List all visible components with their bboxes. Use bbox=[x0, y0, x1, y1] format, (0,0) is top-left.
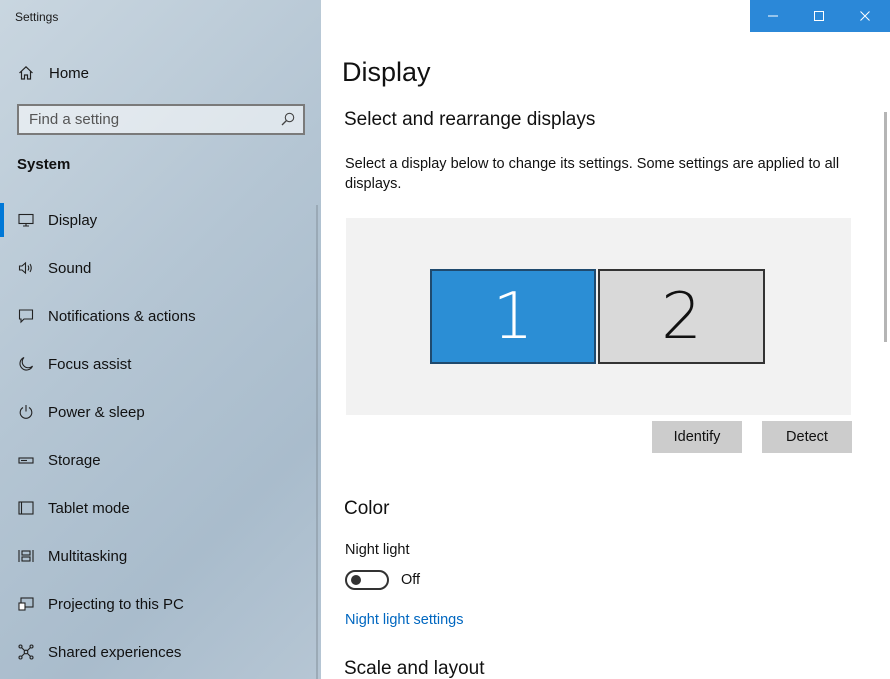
main-scrollbar[interactable] bbox=[884, 112, 887, 342]
search-icon[interactable] bbox=[280, 111, 296, 127]
message-icon bbox=[17, 307, 35, 325]
sidebar-item-label: Storage bbox=[48, 451, 101, 469]
sidebar-item-shared-experiences[interactable]: Shared experiences bbox=[0, 628, 321, 676]
night-light-state: Off bbox=[401, 572, 421, 588]
monitor-1[interactable]: 1 bbox=[430, 269, 596, 364]
sidebar-item-display[interactable]: Display bbox=[0, 196, 321, 244]
sidebar-item-label: Projecting to this PC bbox=[48, 595, 184, 613]
active-indicator bbox=[0, 203, 4, 237]
home-label: Home bbox=[49, 64, 90, 82]
sidebar-item-label: Focus assist bbox=[48, 355, 132, 373]
arrange-heading: Select and rearrange displays bbox=[344, 109, 596, 130]
sidebar-item-multitasking[interactable]: Multitasking bbox=[0, 532, 321, 580]
home-icon bbox=[17, 64, 35, 82]
maximize-button[interactable] bbox=[796, 0, 842, 32]
moon-icon bbox=[17, 355, 35, 373]
scale-layout-heading: Scale and layout bbox=[344, 658, 485, 679]
tablet-icon bbox=[17, 499, 35, 517]
sidebar-scrollbar[interactable] bbox=[316, 205, 318, 679]
close-icon bbox=[860, 11, 870, 21]
sidebar-item-projecting[interactable]: Projecting to this PC bbox=[0, 580, 321, 628]
monitor-2[interactable]: 2 bbox=[598, 269, 765, 364]
identify-button[interactable]: Identify bbox=[652, 421, 742, 453]
search-box[interactable] bbox=[17, 104, 305, 135]
section-system: System bbox=[17, 156, 71, 173]
storage-icon bbox=[17, 451, 35, 469]
sidebar-item-focus-assist[interactable]: Focus assist bbox=[0, 340, 321, 388]
sidebar-item-label: Notifications & actions bbox=[48, 307, 196, 325]
color-heading: Color bbox=[344, 498, 390, 519]
arrange-description: Select a display below to change its set… bbox=[345, 156, 840, 192]
home-link[interactable]: Home bbox=[17, 62, 89, 84]
night-light-toggle[interactable] bbox=[345, 570, 389, 590]
sidebar-item-power-sleep[interactable]: Power & sleep bbox=[0, 388, 321, 436]
monitor-icon bbox=[17, 211, 35, 229]
projecting-icon bbox=[17, 595, 35, 613]
toggle-knob bbox=[351, 575, 361, 585]
detect-button[interactable]: Detect bbox=[762, 421, 852, 453]
display-arrangement-area[interactable]: 1 2 bbox=[346, 218, 851, 415]
multitasking-icon bbox=[17, 547, 35, 565]
window-controls bbox=[750, 0, 890, 32]
night-light-settings-link[interactable]: Night light settings bbox=[345, 612, 463, 628]
close-button[interactable] bbox=[842, 0, 888, 32]
sidebar-item-label: Shared experiences bbox=[48, 643, 182, 661]
speaker-icon bbox=[17, 259, 35, 277]
sidebar-item-label: Tablet mode bbox=[48, 499, 130, 517]
sidebar-item-label: Power & sleep bbox=[48, 403, 145, 421]
sidebar-item-label: Display bbox=[48, 211, 98, 229]
sidebar: Settings Home System Display Sound bbox=[0, 0, 321, 679]
sidebar-item-label: Multitasking bbox=[48, 547, 128, 565]
main-pane: Display Select and rearrange displays Se… bbox=[321, 0, 890, 679]
minimize-button[interactable] bbox=[750, 0, 796, 32]
sidebar-item-tablet-mode[interactable]: Tablet mode bbox=[0, 484, 321, 532]
search-input[interactable] bbox=[29, 111, 269, 128]
night-light-label: Night light bbox=[345, 542, 410, 558]
page-title: Display bbox=[342, 57, 431, 87]
sidebar-item-sound[interactable]: Sound bbox=[0, 244, 321, 292]
sidebar-item-label: Sound bbox=[48, 259, 92, 277]
share-icon bbox=[17, 643, 35, 661]
app-title: Settings bbox=[15, 10, 59, 24]
power-icon bbox=[17, 403, 35, 421]
sidebar-item-storage[interactable]: Storage bbox=[0, 436, 321, 484]
sidebar-nav: Display Sound Notifications & actions Fo… bbox=[0, 196, 321, 676]
sidebar-item-notifications[interactable]: Notifications & actions bbox=[0, 292, 321, 340]
